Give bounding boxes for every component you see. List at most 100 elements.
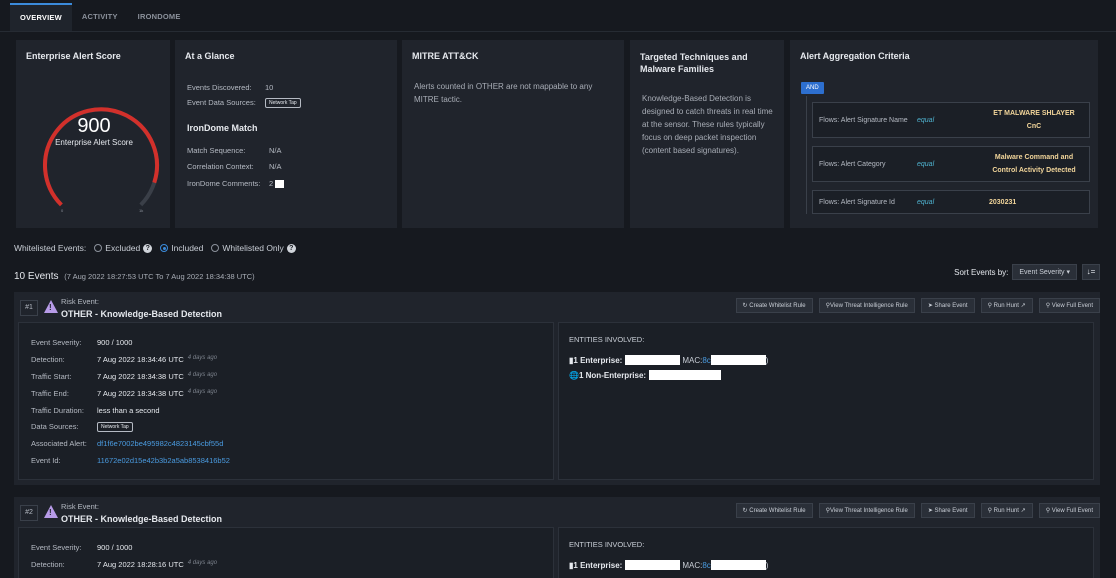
view-full-event-button[interactable]: ⚲ View Full Event xyxy=(1038,298,1100,313)
view-threat-intel-button[interactable]: ⚲View Threat Intelligence Rule xyxy=(818,503,915,518)
score-value: 900 xyxy=(77,115,111,137)
sort-label: Sort Events by: xyxy=(954,267,1009,277)
event-card: #1 ! Risk Event: OTHER - Knowledge-Based… xyxy=(14,292,1100,485)
data-sources-label: Event Data Sources: xyxy=(187,98,256,107)
mitre-title: MITRE ATT&CK xyxy=(412,51,479,61)
criteria-value: 2030231 xyxy=(989,198,1017,206)
event-number: #1 xyxy=(20,300,38,316)
event-actions: ↻ Create Whitelist Rule ⚲View Threat Int… xyxy=(730,298,1100,313)
criteria-op: equal xyxy=(917,198,935,206)
help-icon[interactable]: ? xyxy=(143,243,153,253)
criteria-row: Flows: Alert Signature Name equal ET MAL… xyxy=(812,102,1090,138)
criteria-field: Flows: Alert Signature Name xyxy=(819,116,908,124)
sort-control: Sort Events by: Event Severity ↓= xyxy=(954,264,1100,280)
detection-row: Detection: 7 Aug 2022 18:34:46 UTC 4 days … xyxy=(31,355,218,364)
and-operator[interactable]: AND xyxy=(801,82,824,94)
gauge-min-label: 0 xyxy=(61,208,64,213)
events-discovered-value: 10 xyxy=(265,83,274,92)
help-icon[interactable]: ? xyxy=(286,243,296,253)
tab-activity[interactable]: ACTIVITY xyxy=(72,3,128,31)
targeted-title-line1: Targeted Techniques and xyxy=(640,52,748,62)
event-details: Event Severity: 900 / 1000 Detection: 7 Au… xyxy=(18,527,554,578)
enterprise-entity-row[interactable]: ▮ 1 Enterprise: MAC: 8c ) xyxy=(569,560,768,570)
aggregation-card: Alert Aggregation Criteria AND Flows: Al… xyxy=(790,40,1098,228)
targeted-title-line2: Malware Families xyxy=(640,64,715,74)
view-full-event-button[interactable]: ⚲ View Full Event xyxy=(1038,503,1100,518)
create-whitelist-button[interactable]: ↻ Create Whitelist Rule xyxy=(735,298,813,313)
events-discovered-label: Events Discovered: xyxy=(187,83,252,92)
associated-alert-link[interactable]: df1f6e7002be495982c4823145cbf55d xyxy=(97,439,223,448)
irondome-match-title: IronDome Match xyxy=(187,123,258,133)
corr-value: N/A xyxy=(269,162,282,171)
create-whitelist-button[interactable]: ↻ Create Whitelist Rule xyxy=(735,503,813,518)
event-type: Risk Event: xyxy=(61,502,99,511)
comments-label: IronDome Comments: xyxy=(187,179,261,188)
event-id-link[interactable]: 11672e02d15e42b3b2a5ab8538416b52 xyxy=(97,456,230,465)
tab-overview[interactable]: OVERVIEW xyxy=(10,3,72,31)
glance-title: At a Glance xyxy=(185,51,235,61)
sort-select[interactable]: Event Severity xyxy=(1012,264,1077,280)
entities-panel: ENTITIES INVOLVED: ▮ 1 Enterprise: MAC: … xyxy=(558,527,1094,578)
events-count-title: 10 Events (7 Aug 2022 18:27:53 UTC To 7 … xyxy=(14,271,255,282)
redacted-ip xyxy=(625,560,681,570)
targeted-title: Targeted Techniques and Malware Families xyxy=(640,51,748,75)
traffic-duration-row: Traffic Duration: less than a second xyxy=(31,406,160,415)
gauge-max-label: 1k xyxy=(139,208,144,213)
whitelist-option-whitelisted-only[interactable]: Whitelisted Only ? xyxy=(211,243,296,253)
corr-row: Correlation Context: N/A xyxy=(187,162,282,171)
event-card: #2 ! Risk Event: OTHER - Knowledge-Based… xyxy=(14,497,1100,578)
data-source-badge: Network Tap xyxy=(265,98,301,108)
run-hunt-button[interactable]: ⚲ Run Hunt ↗ xyxy=(980,298,1033,313)
warning-icon: ! xyxy=(44,505,58,518)
radio-included[interactable] xyxy=(160,244,169,252)
associated-alert-row: Associated Alert: df1f6e7002be495982c4823… xyxy=(31,439,224,448)
criteria-connector xyxy=(806,96,807,214)
globe-icon: 🌐 xyxy=(569,370,579,380)
tab-bar: OVERVIEW ACTIVITY IRONDOME xyxy=(10,3,191,31)
event-number: #2 xyxy=(20,505,38,521)
score-label: Enterprise Alert Score xyxy=(55,138,133,147)
mitre-card: MITRE ATT&CK Alerts counted in OTHER are… xyxy=(402,40,624,228)
whitelist-option-included[interactable]: Included xyxy=(160,243,203,253)
data-sources-row: Data Sources: Network Tap xyxy=(31,422,133,432)
severity-row: Event Severity: 900 / 1000 xyxy=(31,543,133,552)
tab-irondome[interactable]: IRONDOME xyxy=(128,3,191,31)
event-actions: ↻ Create Whitelist Rule ⚲View Threat Int… xyxy=(730,503,1100,518)
comments-row: IronDome Comments: 2 xyxy=(187,179,285,188)
tab-divider xyxy=(0,31,1116,32)
radio-excluded[interactable] xyxy=(94,244,103,252)
event-title: OTHER - Knowledge-Based Detection xyxy=(61,309,223,319)
severity-row: Event Severity: 900 / 1000 xyxy=(31,338,133,347)
share-event-button[interactable]: ➤ Share Event xyxy=(920,503,975,518)
glance-card: At a Glance Events Discovered: 10 Event … xyxy=(175,40,397,228)
criteria-value: Malware Command and Control Activity Dete… xyxy=(992,154,1076,174)
redacted-mac xyxy=(710,560,766,570)
event-details: Event Severity: 900 / 1000 Detection: 7 Au… xyxy=(18,322,554,480)
event-type: Risk Event: xyxy=(61,297,99,306)
share-event-button[interactable]: ➤ Share Event xyxy=(920,298,975,313)
criteria-row: Flows: Alert Category equal Malware Comm… xyxy=(812,146,1090,182)
score-card: Enterprise Alert Score 900 Enterprise Al… xyxy=(16,40,170,228)
view-threat-intel-button[interactable]: ⚲View Threat Intelligence Rule xyxy=(818,298,915,313)
data-source-badge: Network Tap xyxy=(97,422,133,432)
comment-icon[interactable] xyxy=(275,180,285,188)
traffic-start-row: Traffic Start: 7 Aug 2022 18:34:38 UTC 4 d… xyxy=(31,372,218,381)
entities-title: ENTITIES INVOLVED: xyxy=(569,335,645,344)
detection-row: Detection: 7 Aug 2022 18:28:16 UTC 4 days … xyxy=(31,560,218,569)
run-hunt-button[interactable]: ⚲ Run Hunt ↗ xyxy=(980,503,1033,518)
whitelist-option-excluded[interactable]: Excluded ? xyxy=(94,243,153,253)
match-seq-label: Match Sequence: xyxy=(187,146,246,155)
radio-whitelisted-only[interactable] xyxy=(211,244,220,252)
sort-direction-icon[interactable]: ↓= xyxy=(1082,264,1100,280)
data-sources-row: Event Data Sources: Network Tap xyxy=(187,98,301,108)
match-seq-row: Match Sequence: N/A xyxy=(187,146,282,155)
corr-label: Correlation Context: xyxy=(187,162,254,171)
event-title: OTHER - Knowledge-Based Detection xyxy=(61,514,223,524)
enterprise-entity-row[interactable]: ▮ 1 Enterprise: MAC: 8c ) xyxy=(569,355,768,365)
aggregation-title: Alert Aggregation Criteria xyxy=(800,51,910,61)
events-discovered-row: Events Discovered: 10 xyxy=(187,83,273,92)
non-enterprise-entity-row[interactable]: 🌐 1 Non-Enterprise: xyxy=(569,370,722,380)
comments-count[interactable]: 2 xyxy=(269,179,273,188)
criteria-op: equal xyxy=(917,116,935,124)
whitelist-filter: Whitelisted Events: Excluded ? Included … xyxy=(14,243,296,253)
